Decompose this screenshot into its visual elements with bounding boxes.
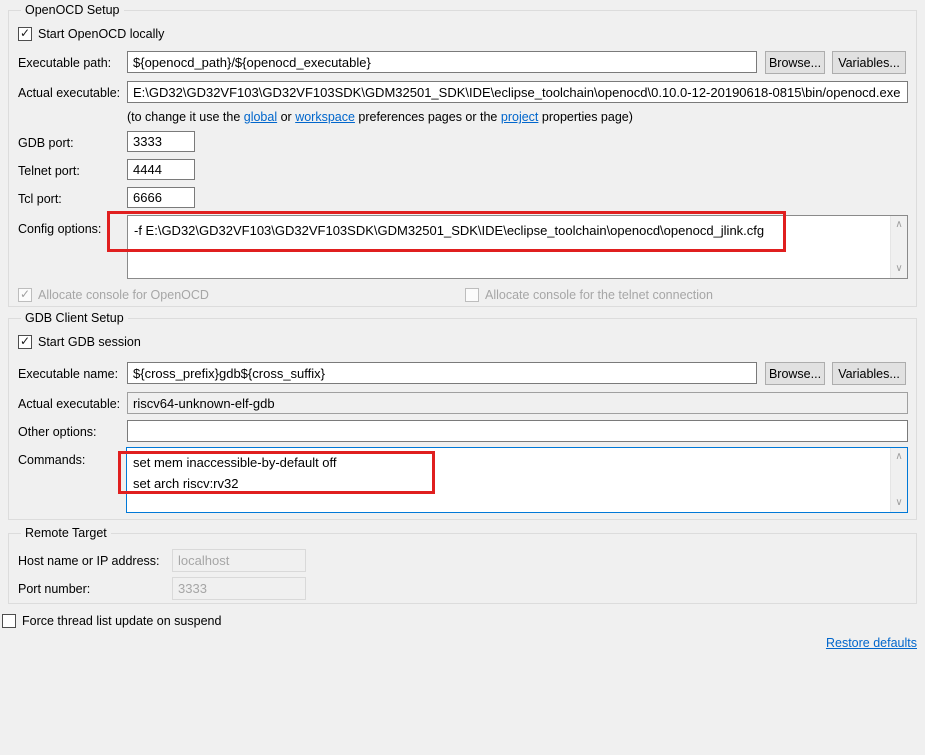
host-name-input [172,549,306,572]
gdb-variables-button[interactable]: Variables... [832,362,906,385]
scroll-up-icon[interactable]: ∧ [891,219,907,231]
allocate-console-telnet-label: Allocate console for the telnet connecti… [485,287,713,303]
port-number-label: Port number: [18,581,90,597]
checkmark-icon: ✓ [20,335,30,347]
debug-configuration-panel: OpenOCD Setup ✓ Start OpenOCD locally Ex… [0,0,925,755]
gdb-commands-text[interactable]: set mem inaccessible-by-default off set … [127,448,890,512]
actual-executable-value [127,81,908,103]
hint-text: (to change it use the [127,110,244,124]
gdb-executable-name-label: Executable name: [18,366,118,382]
checkmark-icon: ✓ [20,27,30,39]
gdb-browse-button[interactable]: Browse... [765,362,825,385]
openocd-variables-button[interactable]: Variables... [832,51,906,74]
scroll-down-icon[interactable]: ∨ [891,263,907,275]
allocate-console-telnet-checkbox: ✓ [465,288,479,302]
executable-path-input[interactable] [127,51,757,73]
config-options-textarea[interactable]: -f E:\GD32\GD32VF103\GD32VF103SDK\GDM325… [127,215,908,279]
start-openocd-label[interactable]: Start OpenOCD locally [38,26,164,42]
actual-executable-label: Actual executable: [18,85,120,101]
gdb-executable-name-input[interactable] [127,362,757,384]
gdb-actual-executable-value [127,392,908,414]
hint-text: or [277,110,295,124]
gdb-other-options-input[interactable] [127,420,908,442]
host-name-label: Host name or IP address: [18,553,160,569]
gdb-client-setup-group-title: GDB Client Setup [21,311,128,326]
allocate-console-openocd-label: Allocate console for OpenOCD [38,287,209,303]
checkmark-icon: ✓ [20,288,30,300]
remote-target-group-title: Remote Target [21,526,111,541]
config-options-text[interactable]: -f E:\GD32\GD32VF103\GD32VF103SDK\GDM325… [128,216,890,278]
restore-defaults-link[interactable]: Restore defaults [826,636,917,650]
openocd-browse-button[interactable]: Browse... [765,51,825,74]
start-gdb-session-checkbox[interactable]: ✓ [18,335,32,349]
gdb-other-options-label: Other options: [18,424,97,440]
telnet-port-label: Telnet port: [18,163,80,179]
openocd-setup-group-title: OpenOCD Setup [21,3,124,18]
preferences-hint: (to change it use the global or workspac… [127,109,633,125]
global-preferences-link[interactable]: global [244,110,277,124]
workspace-preferences-link[interactable]: workspace [295,110,355,124]
scroll-down-icon[interactable]: ∨ [891,497,907,509]
tcl-port-label: Tcl port: [18,191,62,207]
gdb-actual-executable-label: Actual executable: [18,396,120,412]
gdb-port-label: GDB port: [18,135,74,151]
gdb-commands-textarea[interactable]: set mem inaccessible-by-default off set … [126,447,908,513]
telnet-port-input[interactable] [127,159,195,180]
force-thread-list-checkbox[interactable]: ✓ [2,614,16,628]
start-gdb-session-label[interactable]: Start GDB session [38,334,141,350]
hint-text: preferences pages or the [355,110,501,124]
project-properties-link[interactable]: project [501,110,539,124]
executable-path-label: Executable path: [18,55,111,71]
tcl-port-input[interactable] [127,187,195,208]
port-number-input [172,577,306,600]
gdb-port-input[interactable] [127,131,195,152]
config-options-label: Config options: [18,221,101,237]
allocate-console-openocd-checkbox: ✓ [18,288,32,302]
scroll-up-icon[interactable]: ∧ [891,451,907,463]
gdb-commands-label: Commands: [18,452,85,468]
config-options-scrollbar[interactable]: ∧ ∨ [890,216,907,278]
start-openocd-checkbox[interactable]: ✓ [18,27,32,41]
force-thread-list-label[interactable]: Force thread list update on suspend [22,613,221,629]
hint-text: properties page) [538,110,633,124]
gdb-commands-scrollbar[interactable]: ∧ ∨ [890,448,907,512]
